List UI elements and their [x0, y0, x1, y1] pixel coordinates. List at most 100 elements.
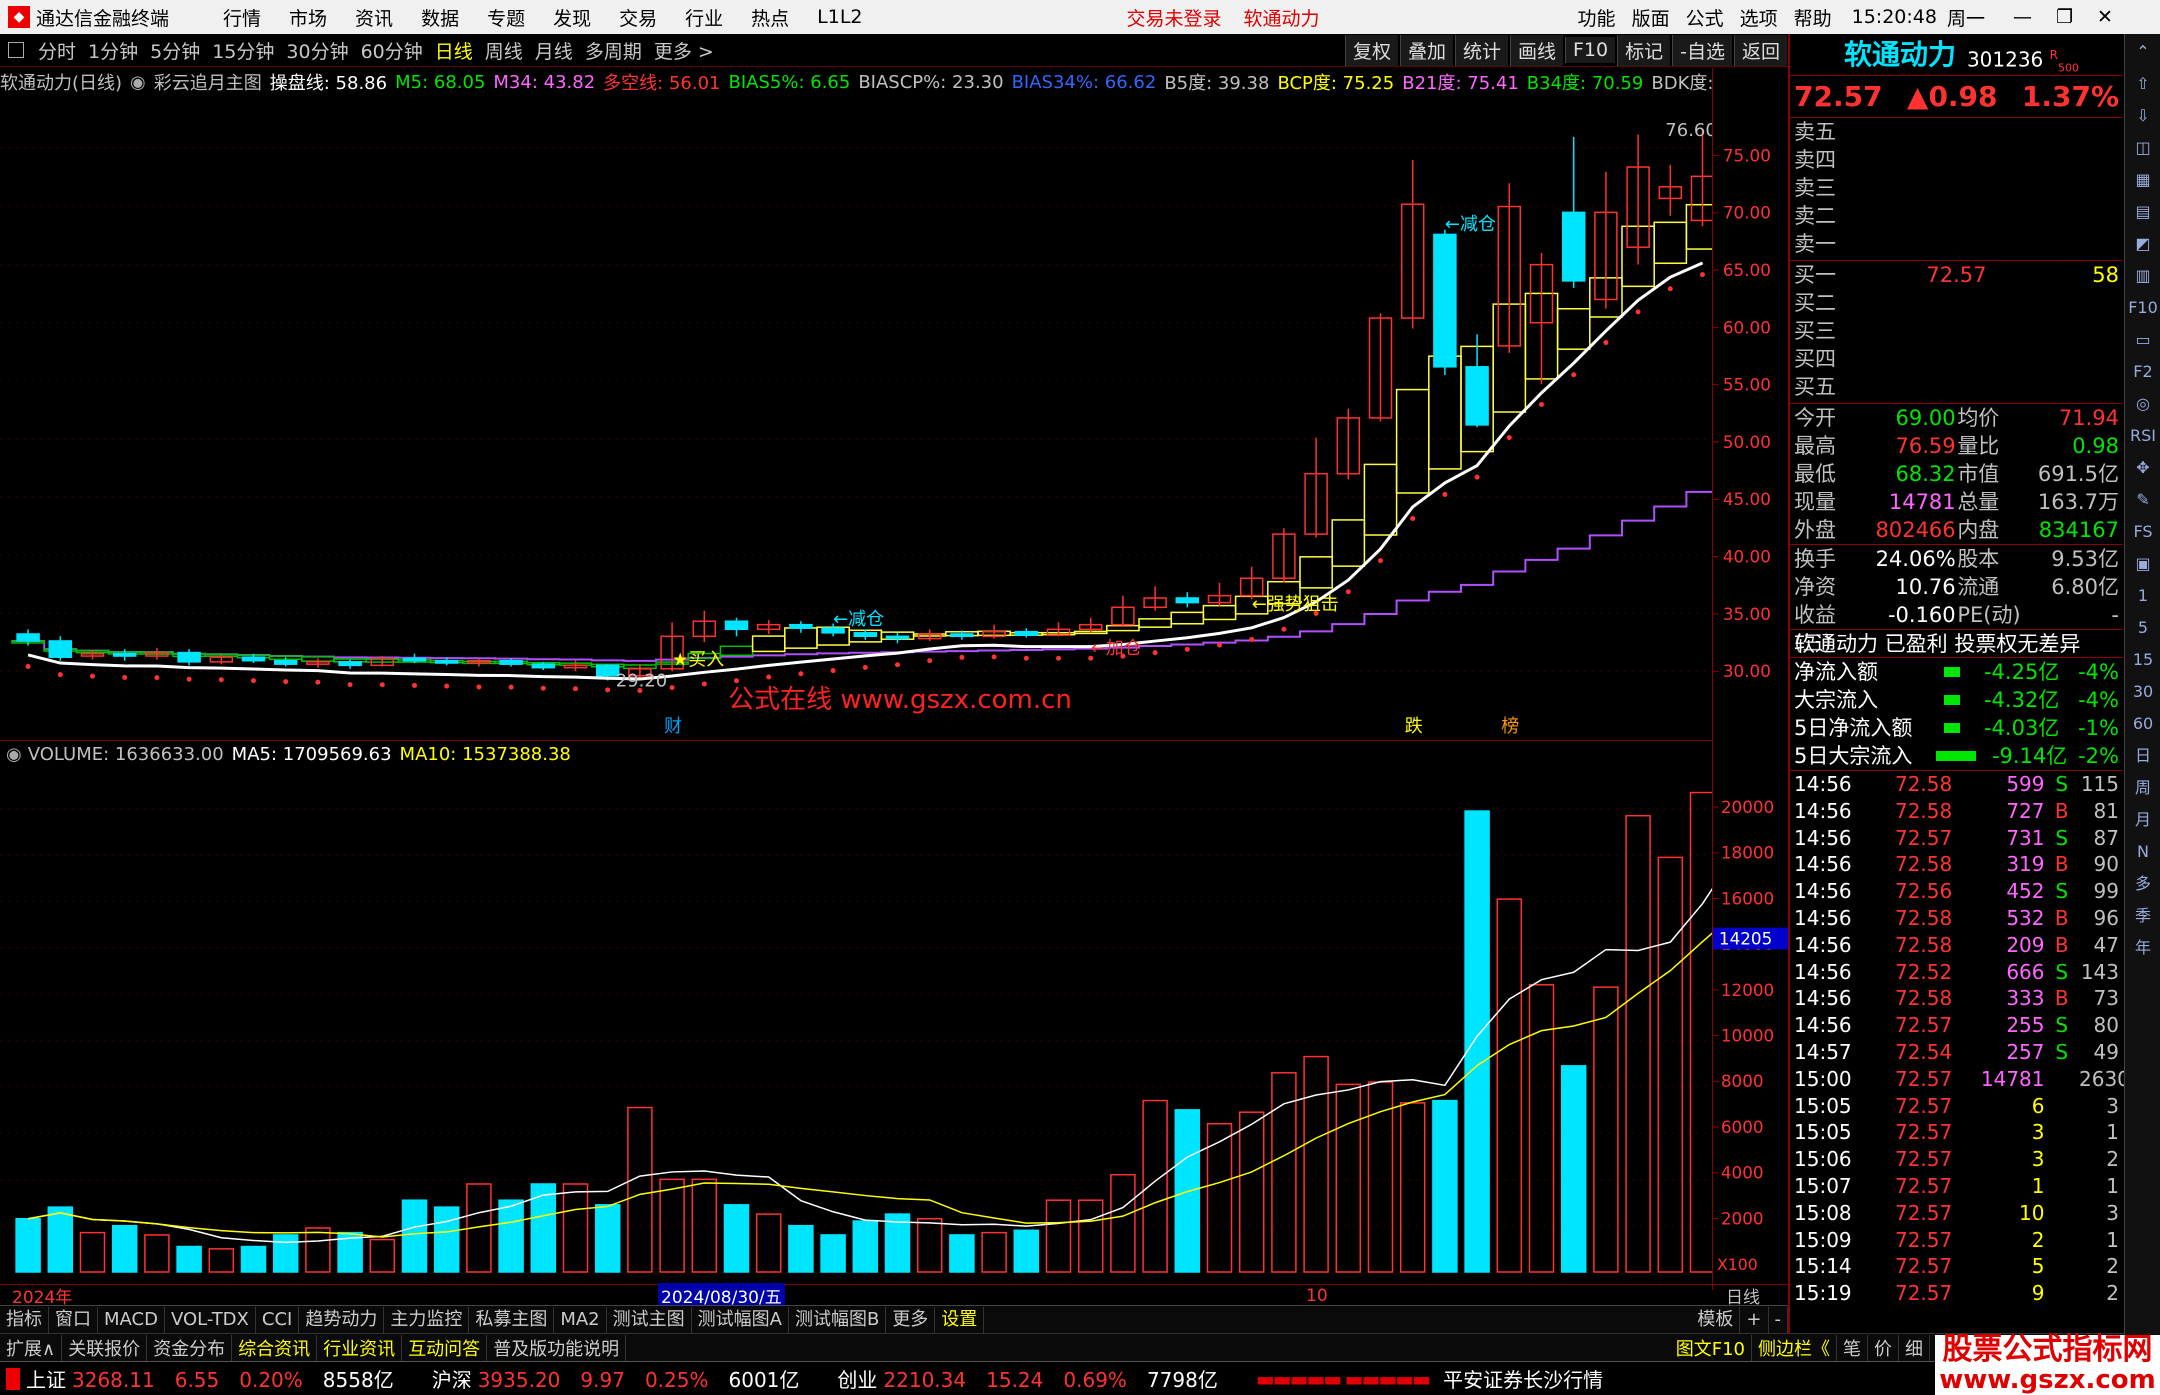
extension-tab-5[interactable]: 互动问答 [402, 1334, 488, 1361]
indicator-tab-8[interactable]: MA2 [554, 1306, 607, 1333]
side-control-0[interactable]: 图文F10 [1670, 1334, 1752, 1361]
menu-item-2[interactable]: 资讯 [355, 4, 393, 31]
ask-level-2[interactable]: 卖三 [1790, 174, 2123, 202]
extension-tab-1[interactable]: 关联报价 [62, 1334, 148, 1361]
bid-level-0[interactable]: 买一 72.57 58 [1790, 261, 2123, 289]
menu-item-7[interactable]: 行业 [685, 4, 723, 31]
period-tab-1[interactable]: 1分钟 [88, 37, 138, 64]
chart-tool-6[interactable]: -自选 [1672, 34, 1732, 66]
restore-icon[interactable]: ❐ [2056, 6, 2073, 28]
volume-chart[interactable] [0, 768, 1712, 1290]
side-tool-8[interactable]: F10 [2128, 294, 2158, 322]
side-tool-21[interactable]: 60 [2128, 710, 2158, 738]
indicator-tab-11[interactable]: 测试幅图B [789, 1306, 887, 1333]
chart-tool-3[interactable]: 画线 [1509, 34, 1563, 66]
extension-tab-0[interactable]: 扩展∧ [0, 1334, 63, 1361]
period-tab-7[interactable]: 周线 [485, 37, 523, 64]
extension-tab-4[interactable]: 行业资讯 [317, 1334, 403, 1361]
side-tool-22[interactable]: 日 [2128, 742, 2158, 770]
period-tab-8[interactable]: 月线 [535, 37, 573, 64]
tick-list[interactable]: 14:56 72.58 599 S 115 14:56 72.58 727 B 81 14:56 72… [1790, 771, 2130, 1307]
side-tool-2[interactable]: ⇩ [2128, 102, 2158, 130]
right-menu-item-3[interactable]: 选项 [1740, 4, 1778, 31]
side-tool-3[interactable]: ◫ [2128, 134, 2158, 162]
side-tool-24[interactable]: 月 [2128, 806, 2158, 834]
side-tool-19[interactable]: 15 [2128, 646, 2158, 674]
chart-tool-1[interactable]: 叠加 [1399, 34, 1453, 66]
bid-level-4[interactable]: 买五 [1790, 373, 2123, 401]
period-tab-2[interactable]: 5分钟 [150, 37, 200, 64]
side-tool-23[interactable]: 周 [2128, 774, 2158, 802]
indicator-tab-13[interactable]: 设置 [935, 1306, 985, 1333]
panel-toggle-icon[interactable] [8, 42, 24, 58]
side-tool-10[interactable]: F2 [2128, 358, 2158, 386]
right-menu-item-0[interactable]: 功能 [1578, 4, 1616, 31]
right-menu-item-4[interactable]: 帮助 [1794, 4, 1832, 31]
event-marker-0[interactable]: 财 [664, 716, 682, 737]
chart-tool-4[interactable]: F10 [1565, 37, 1616, 63]
template-control-2[interactable]: - [1769, 1306, 1788, 1333]
side-tool-1[interactable]: ⇧ [2128, 70, 2158, 98]
ask-level-4[interactable]: 卖一 [1790, 230, 2123, 258]
chart-tool-0[interactable]: 复权 [1344, 34, 1398, 66]
kline-chart[interactable]: 76.60 29.20 ←减仓 ←减仓 ★买入 ←加仓 ←强势狙击财 跌 榜 公式在线 www.g… [0, 96, 1712, 740]
indicator-tab-2[interactable]: MACD [98, 1306, 165, 1333]
side-tool-15[interactable]: FS [2128, 518, 2158, 546]
login-status[interactable]: 交易未登录 [1127, 4, 1222, 31]
formula-name[interactable]: 彩云追月主图 [154, 69, 262, 95]
period-tab-10[interactable]: 更多 > [654, 37, 714, 64]
chart-tool-2[interactable]: 统计 [1454, 34, 1508, 66]
period-tab-5[interactable]: 60分钟 [361, 37, 423, 64]
event-marker-2[interactable]: 榜 [1501, 716, 1519, 737]
indicator-tab-1[interactable]: 窗口 [49, 1306, 98, 1333]
volume-toggle-icon[interactable]: ◉ [6, 744, 22, 765]
menu-item-6[interactable]: 交易 [619, 4, 657, 31]
ask-level-1[interactable]: 卖四 [1790, 146, 2123, 174]
side-control-1[interactable]: 侧边栏《 [1752, 1334, 1837, 1361]
menu-item-4[interactable]: 专题 [487, 4, 525, 31]
side-tool-27[interactable]: 季 [2128, 902, 2158, 930]
menu-item-1[interactable]: 市场 [289, 4, 327, 31]
side-tool-17[interactable]: 1 [2128, 582, 2158, 610]
period-tab-9[interactable]: 多周期 [585, 37, 642, 64]
event-marker-1[interactable]: 跌 [1405, 716, 1423, 737]
indicator-tab-6[interactable]: 主力监控 [384, 1306, 470, 1333]
extension-tab-3[interactable]: 综合资讯 [232, 1334, 318, 1361]
index-quote-2[interactable]: 创业 2210.34 15.24 0.69% 7798亿 [837, 1364, 1231, 1393]
indicator-tab-5[interactable]: 趋势动力 [299, 1306, 385, 1333]
side-tool-12[interactable]: RSI [2128, 422, 2158, 450]
side-tool-16[interactable]: ▣ [2128, 550, 2158, 578]
side-tool-14[interactable]: ✎ [2128, 486, 2158, 514]
bid-level-1[interactable]: 买二 [1790, 289, 2123, 317]
side-tool-18[interactable]: 5 [2128, 614, 2158, 642]
chart-tool-5[interactable]: 标记 [1617, 34, 1671, 66]
menu-item-9[interactable]: L1L2 [817, 6, 862, 28]
menu-item-8[interactable]: 热点 [751, 4, 789, 31]
side-tool-20[interactable]: 30 [2128, 678, 2158, 706]
bid-level-3[interactable]: 买四 [1790, 345, 2123, 373]
indicator-tab-9[interactable]: 测试主图 [607, 1306, 692, 1333]
side-tool-26[interactable]: 多 [2128, 870, 2158, 898]
period-tab-0[interactable]: 分时 [38, 37, 76, 64]
formula-dot-icon[interactable]: ◉ [130, 72, 146, 93]
side-tool-7[interactable]: ▥ [2128, 262, 2158, 290]
right-menu-item-1[interactable]: 版面 [1632, 4, 1670, 31]
period-tab-4[interactable]: 30分钟 [286, 37, 348, 64]
bid-level-2[interactable]: 买三 [1790, 317, 2123, 345]
close-icon[interactable]: ✕ [2097, 6, 2113, 28]
chart-tool-7[interactable]: 返回 [1733, 34, 1787, 66]
period-tab-3[interactable]: 15分钟 [212, 37, 274, 64]
indicator-tab-0[interactable]: 指标 [0, 1306, 49, 1333]
indicator-tab-3[interactable]: VOL-TDX [165, 1306, 256, 1333]
menu-item-3[interactable]: 数据 [421, 4, 459, 31]
side-tool-25[interactable]: N [2128, 838, 2158, 866]
index-quote-1[interactable]: 沪深 3935.20 9.97 0.25% 6001亿 [432, 1364, 814, 1393]
extension-tab-2[interactable]: 资金分布 [147, 1334, 233, 1361]
period-tab-6[interactable]: 日线 [435, 37, 473, 64]
menu-item-0[interactable]: 行情 [223, 4, 261, 31]
ask-level-3[interactable]: 卖二 [1790, 202, 2123, 230]
side-control-3[interactable]: 价 [1868, 1334, 1899, 1361]
side-tool-6[interactable]: ◩ [2128, 230, 2158, 258]
extension-tab-6[interactable]: 普及版功能说明 [487, 1334, 627, 1361]
index-quote-0[interactable]: 上证 3268.11 6.55 0.20% 8558亿 [26, 1364, 408, 1393]
